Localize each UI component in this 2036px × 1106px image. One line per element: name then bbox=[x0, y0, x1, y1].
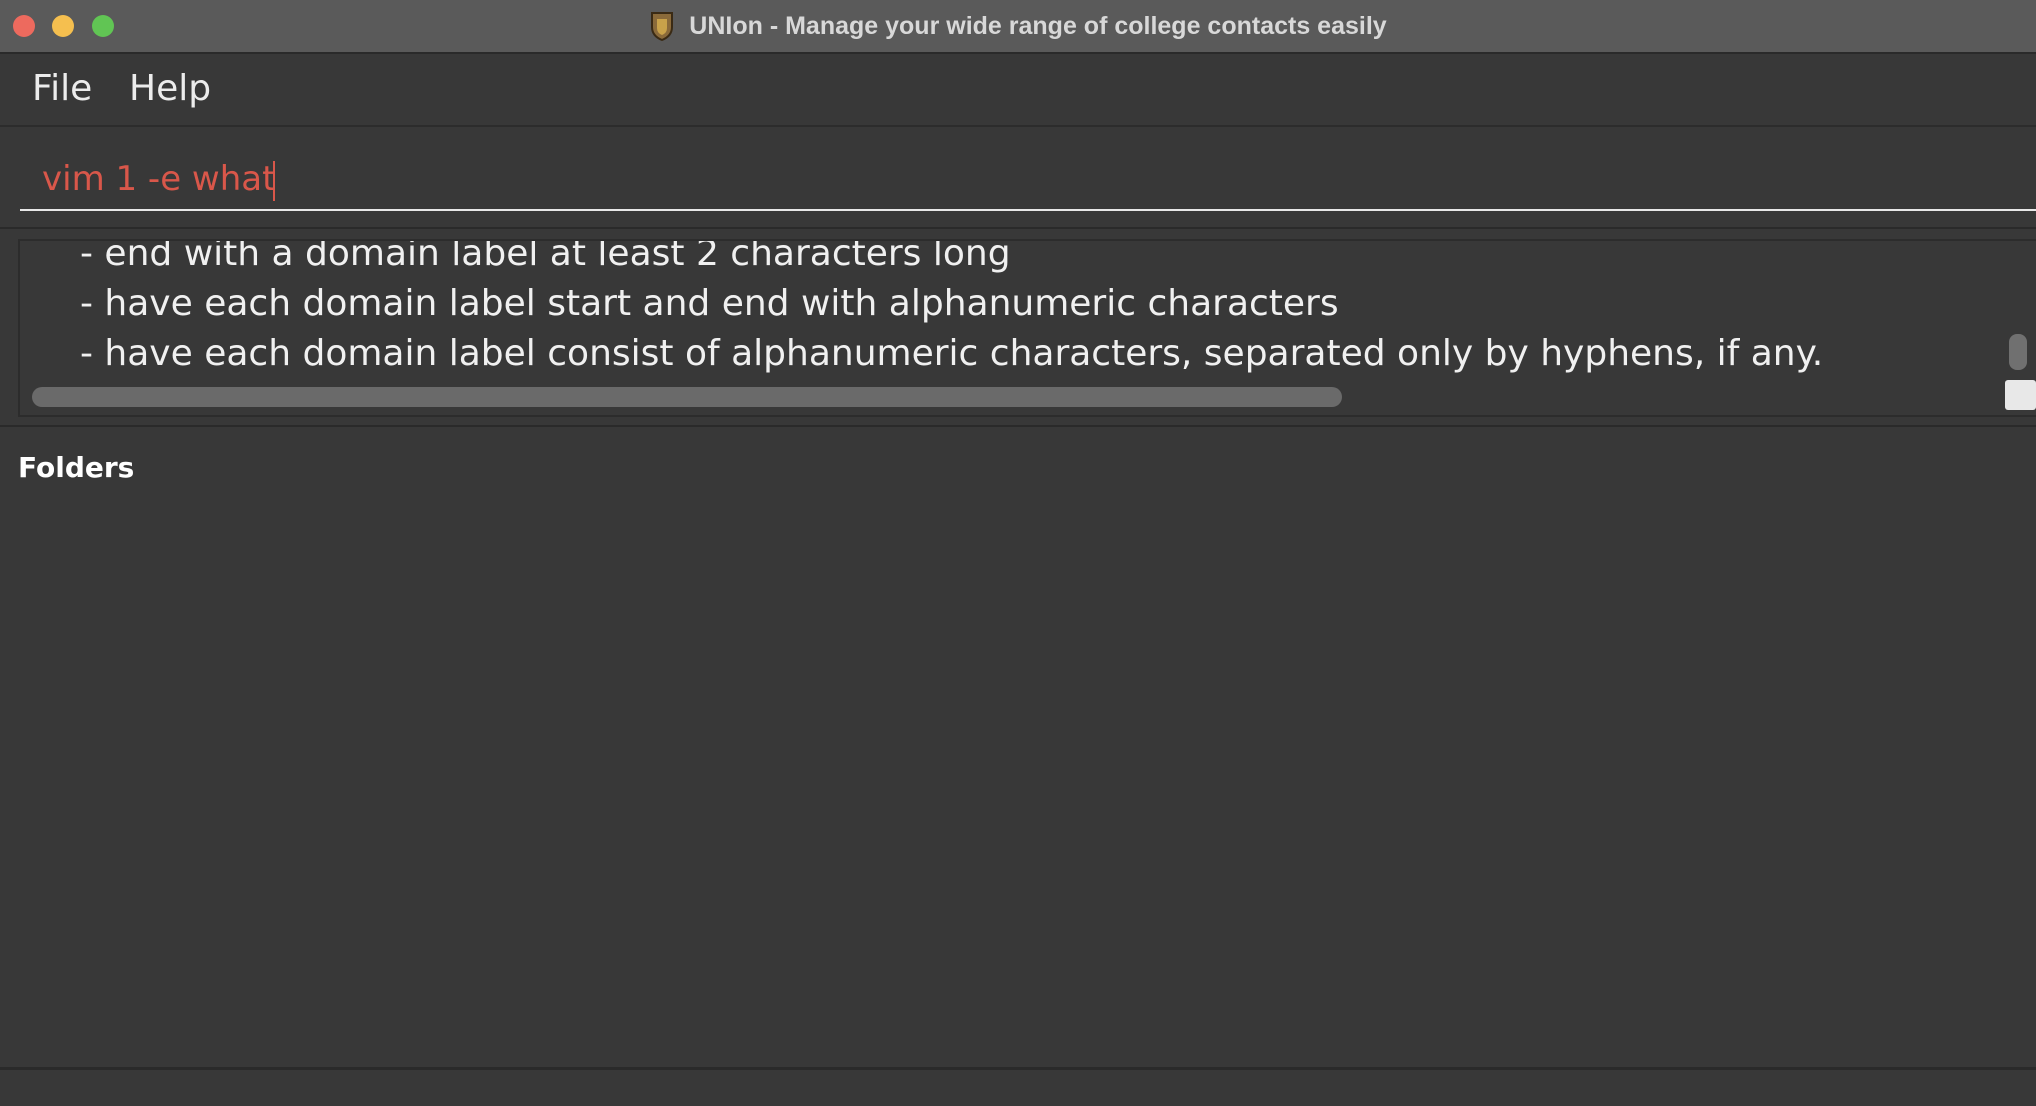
horizontal-scrollbar[interactable] bbox=[32, 387, 2022, 407]
text-caret bbox=[273, 160, 276, 201]
shield-logo-icon bbox=[649, 11, 675, 42]
folders-title: Folders bbox=[18, 451, 135, 484]
command-input-value: vim 1 -e what bbox=[42, 159, 276, 199]
result-display[interactable]: - end with a domain label at least 2 cha… bbox=[18, 239, 2036, 417]
menu-bar: File Help bbox=[0, 54, 2036, 127]
result-text: - end with a domain label at least 2 cha… bbox=[80, 239, 1824, 379]
result-display-area: - end with a domain label at least 2 cha… bbox=[0, 227, 2036, 427]
menu-help[interactable]: Help bbox=[129, 68, 211, 109]
command-box-area: vim 1 -e what bbox=[0, 127, 2036, 227]
result-line: - end with a domain label at least 2 cha… bbox=[80, 239, 1011, 274]
window-title: UNIon - Manage your wide range of colleg… bbox=[689, 11, 1387, 40]
app-window: UNIon - Manage your wide range of colleg… bbox=[0, 0, 2036, 1106]
folders-panel: Folders bbox=[0, 429, 2036, 1070]
title-bar[interactable]: UNIon - Manage your wide range of colleg… bbox=[0, 0, 2036, 54]
result-line: - have each domain label start and end w… bbox=[80, 283, 1339, 324]
vertical-scrollbar-thumb[interactable] bbox=[2009, 334, 2027, 370]
menu-file[interactable]: File bbox=[32, 68, 92, 109]
scrollbar-corner bbox=[2005, 380, 2036, 410]
command-input[interactable]: vim 1 -e what bbox=[20, 147, 2036, 211]
horizontal-scrollbar-thumb[interactable] bbox=[32, 387, 1342, 407]
title-container: UNIon - Manage your wide range of colleg… bbox=[0, 0, 2036, 52]
result-line: - have each domain label consist of alph… bbox=[80, 333, 1824, 374]
